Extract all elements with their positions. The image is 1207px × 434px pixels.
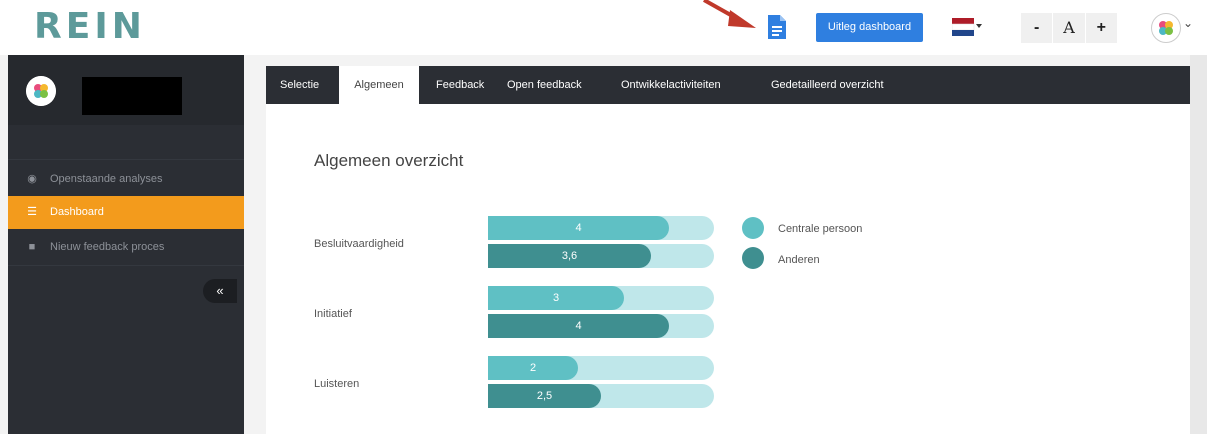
page-scrollbar[interactable]: [1190, 55, 1207, 434]
dashboard-gauge-icon: ◉: [27, 173, 37, 185]
dashboard-icon: ☰: [27, 206, 37, 218]
bar-track: 4: [488, 314, 714, 338]
sidebar-divider: [8, 265, 244, 266]
bar-centrale-persoon[interactable]: 4: [488, 216, 669, 240]
legend-swatch-centrale-persoon: [742, 217, 764, 239]
sidebar-avatar-icon[interactable]: [26, 76, 56, 106]
legend-swatch-anderen: [742, 247, 764, 269]
user-avatar-icon[interactable]: [1151, 13, 1181, 43]
tab-bar: Selectie Algemeen Feedback Open feedback…: [266, 66, 1190, 104]
font-reset-button[interactable]: A: [1053, 13, 1086, 43]
category-label: Initiatief: [314, 308, 352, 320]
font-increase-button[interactable]: +: [1086, 13, 1117, 43]
top-header: REIN Uitleg dashboard - A + ⌄: [0, 0, 1207, 55]
bar-track: 2: [488, 356, 714, 380]
page-title: Algemeen overzicht: [314, 151, 464, 170]
bar-anderen[interactable]: 4: [488, 314, 669, 338]
tab-gedetailleerd-overzicht[interactable]: Gedetailleerd overzicht: [771, 66, 884, 104]
sidebar-item-dashboard[interactable]: ☰ Dashboard: [8, 196, 244, 229]
uitleg-dashboard-button[interactable]: Uitleg dashboard: [816, 13, 923, 42]
dutch-flag-language-icon[interactable]: [952, 17, 982, 37]
font-decrease-button[interactable]: -: [1021, 13, 1054, 43]
font-size-control: - A +: [1021, 13, 1117, 43]
document-icon[interactable]: [766, 14, 788, 40]
sidebar-item-nieuw-feedback-proces[interactable]: ■ Nieuw feedback proces: [8, 231, 244, 264]
redacted-username: [82, 77, 182, 115]
bar-centrale-persoon[interactable]: 3: [488, 286, 624, 310]
bar-anderen[interactable]: 2,5: [488, 384, 601, 408]
tab-feedback[interactable]: Feedback: [436, 66, 484, 104]
bar-track: 3,6: [488, 244, 714, 268]
bar-anderen[interactable]: 3,6: [488, 244, 651, 268]
main-panel: Selectie Algemeen Feedback Open feedback…: [266, 66, 1190, 434]
category-label: Besluitvaardigheid: [314, 238, 404, 250]
sidebar-header: [8, 55, 244, 125]
sidebar-item-openstaande-analyses[interactable]: ◉ Openstaande analyses: [8, 163, 244, 196]
legend-label-centrale-persoon: Centrale persoon: [778, 223, 863, 235]
sidebar-collapse-button[interactable]: «: [203, 279, 237, 303]
legend-label-anderen: Anderen: [778, 254, 820, 266]
bar-track: 4: [488, 216, 714, 240]
category-label: Luisteren: [314, 378, 360, 390]
tab-selectie[interactable]: Selectie: [280, 66, 319, 104]
tab-algemeen[interactable]: Algemeen: [339, 66, 419, 104]
bar-track: 3: [488, 286, 714, 310]
bar-track: 2,5: [488, 384, 714, 408]
comment-icon: ■: [28, 241, 36, 253]
rein-logo: REIN: [34, 6, 146, 47]
user-menu-caret-icon[interactable]: ⌄: [1183, 16, 1193, 30]
annotation-arrow-icon: [703, 0, 756, 28]
sidebar: ◉ Openstaande analyses ☰ Dashboard ■ Nie…: [8, 55, 244, 434]
tab-open-feedback[interactable]: Open feedback: [507, 66, 582, 104]
tab-ontwikkelactiviteiten[interactable]: Ontwikkelactiviteiten: [621, 66, 721, 104]
bar-centrale-persoon[interactable]: 2: [488, 356, 578, 380]
sidebar-divider: [8, 159, 244, 160]
